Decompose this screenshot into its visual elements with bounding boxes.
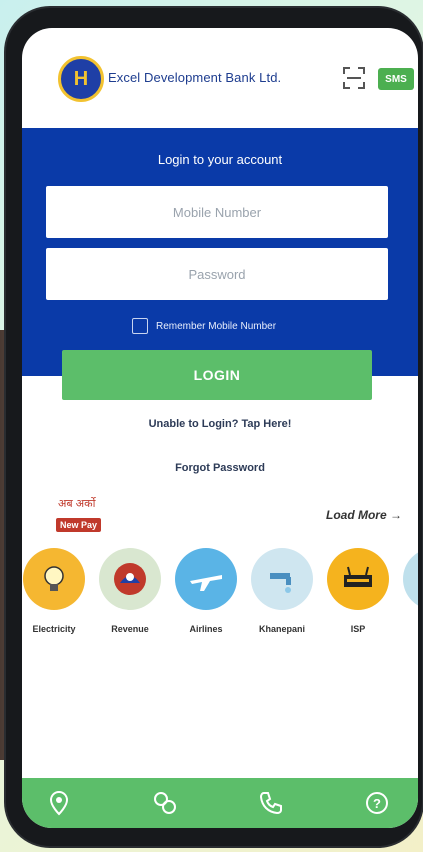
qr-scan-icon[interactable] [342,66,366,90]
phone-icon[interactable] [258,790,284,816]
unable-to-login-link[interactable]: Unable to Login? Tap Here! [22,418,418,430]
tv-icon [403,548,418,610]
location-pin-icon[interactable] [46,790,72,816]
phone-frame: H Excel Development Bank Ltd. SMS Login … [6,8,422,846]
login-panel: Login to your account Remember Mobile Nu… [22,128,418,376]
badge-pill: New Pay [56,518,102,532]
badge-top-text: अब अर्को [58,498,96,510]
services-header: अब अर्को New Pay Load More → [22,494,418,534]
service-label: ISP [350,624,366,634]
logo-letter: H [73,67,89,90]
mobile-number-input[interactable] [46,186,388,238]
app-screen: H Excel Development Bank Ltd. SMS Login … [22,28,418,828]
login-button[interactable]: LOGIN [62,350,372,400]
service-revenue[interactable]: Revenue [94,548,166,634]
services-row: Electricity Revenue Airlines Khanepani I… [22,548,418,648]
bank-name: Excel Development Bank Ltd. [108,70,282,85]
currency-exchange-icon[interactable] [152,790,178,816]
router-icon [327,548,389,610]
service-label: Airlines [189,624,223,634]
water-tap-icon [251,548,313,610]
help-icon[interactable]: ? [364,790,390,816]
service-electricity[interactable]: Electricity [22,548,90,634]
service-label: Khanepani [258,624,305,634]
airplane-icon [175,548,237,610]
lightbulb-icon [23,548,85,610]
service-label: Revenue [111,624,149,634]
login-title: Login to your account [157,152,283,167]
service-isp[interactable]: ISP [322,548,394,634]
remember-label: Remember Mobile Number [156,320,277,332]
service-airlines[interactable]: Airlines [170,548,242,634]
remember-mobile-checkbox[interactable]: Remember Mobile Number [132,318,276,334]
nepal-emblem-icon [99,548,161,610]
service-tv[interactable]: T [398,548,418,634]
load-more-link[interactable]: Load More → [326,508,402,522]
service-label: Electricity [32,624,76,634]
bank-logo: H [58,56,104,102]
new-pay-badge: अब अर्को New Pay [56,494,148,536]
app-header: H Excel Development Bank Ltd. SMS [22,28,418,128]
bottom-nav: ? [22,778,418,828]
checkbox-box[interactable] [132,318,148,334]
sms-button[interactable]: SMS [378,68,414,90]
forgot-password-link[interactable]: Forgot Password [22,462,418,474]
svg-text:?: ? [373,796,381,811]
service-label: T [398,624,418,634]
password-input[interactable] [46,248,388,300]
service-khanepani[interactable]: Khanepani [246,548,318,634]
